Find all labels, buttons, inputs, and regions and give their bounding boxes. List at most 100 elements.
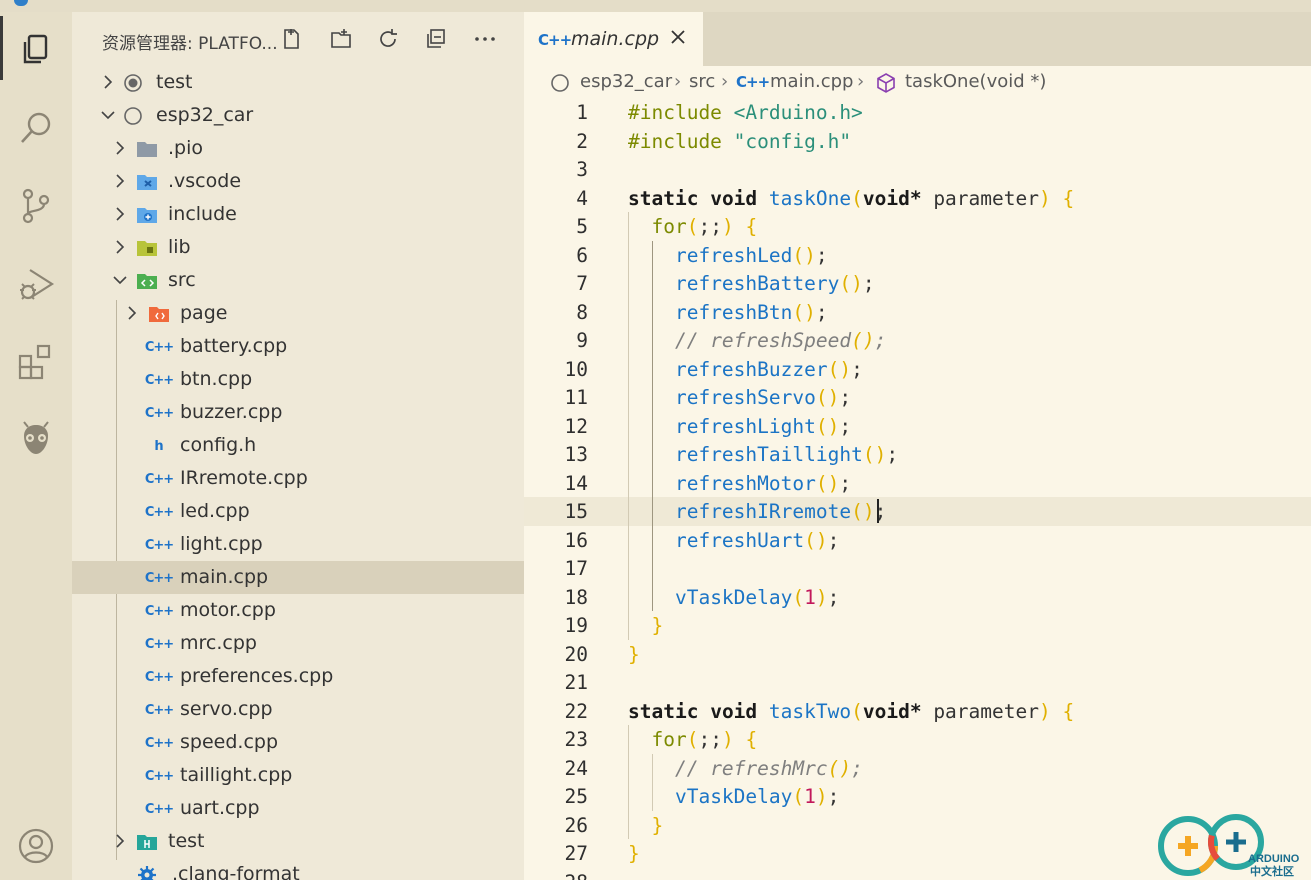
line-number: 9 <box>576 329 588 352</box>
tree-item-label: lib <box>168 236 191 258</box>
tree-folder-lib[interactable]: lib <box>72 231 524 264</box>
tree-folder-include[interactable]: include <box>72 198 524 231</box>
tree-file-config-h[interactable]: h config.h <box>72 429 524 462</box>
cpp-file-icon: C++ <box>144 570 174 586</box>
code-line[interactable]: 14 refreshMotor(); <box>524 469 1311 498</box>
cpp-file-icon: C++ <box>144 537 174 553</box>
explorer-activity-button[interactable] <box>0 12 72 84</box>
code-line[interactable]: 7 refreshBattery(); <box>524 269 1311 298</box>
more-actions-button[interactable] <box>470 24 500 54</box>
tree-folder-src[interactable]: src <box>72 264 524 297</box>
tree-file-preferences-cpp[interactable]: C++ preferences.cpp <box>72 660 524 693</box>
close-icon[interactable] <box>668 27 688 47</box>
code-line[interactable]: 25 vTaskDelay(1); <box>524 782 1311 811</box>
source-control-activity-button[interactable] <box>0 170 72 242</box>
tree-project-esp32-car[interactable]: esp32_car <box>72 99 524 132</box>
code-line[interactable]: 23 for(;;) { <box>524 725 1311 754</box>
tree-folder-pio[interactable]: .pio <box>72 132 524 165</box>
code-line[interactable]: 22 static void taskTwo(void* parameter) { <box>524 697 1311 726</box>
tree-folder-vscode[interactable]: .vscode <box>72 165 524 198</box>
tree-file-clang-format[interactable]: .clang-format <box>72 858 524 880</box>
code-line[interactable]: 2 #include "config.h" <box>524 127 1311 156</box>
accounts-activity-button[interactable] <box>0 810 72 880</box>
code-text: // refreshSpeed(); <box>674 329 887 352</box>
run-debug-icon <box>20 269 55 300</box>
tree-file-btn-cpp[interactable]: C++ btn.cpp <box>72 363 524 396</box>
new-folder-button[interactable] <box>326 24 356 54</box>
chevron-right-icon <box>116 174 125 188</box>
line-number: 1 <box>576 101 588 124</box>
line-number: 14 <box>564 471 588 495</box>
code-line[interactable]: 17 <box>524 554 1311 583</box>
tree-file-mrc-cpp[interactable]: C++ mrc.cpp <box>72 627 524 660</box>
tree-item-label: mrc.cpp <box>180 632 257 654</box>
breadcrumb-item[interactable]: taskOne(void *) <box>905 71 1046 92</box>
collapse-all-button[interactable] <box>421 24 451 54</box>
folder-src-open-icon <box>136 270 158 292</box>
code-line[interactable]: 4 static void taskOne(void* parameter) { <box>524 184 1311 213</box>
code-line[interactable]: 11 refreshServo(); <box>524 383 1311 412</box>
code-line[interactable]: 8 refreshBtn(); <box>524 298 1311 327</box>
code-line[interactable]: 6 refreshLed(); <box>524 241 1311 270</box>
gear-icon <box>136 864 158 880</box>
tree-file-irremote-cpp[interactable]: C++ IRremote.cpp <box>72 462 524 495</box>
tree-file-servo-cpp[interactable]: C++ servo.cpp <box>72 693 524 726</box>
chevron-right-icon <box>116 834 125 848</box>
code-line[interactable]: 10 refreshBuzzer(); <box>524 355 1311 384</box>
code-line[interactable]: 12 refreshLight(); <box>524 412 1311 441</box>
code-line[interactable]: 1 #include <Arduino.h> <box>524 98 1311 127</box>
tree-file-battery-cpp[interactable]: C++ battery.cpp <box>72 330 524 363</box>
chevron-right-icon <box>128 306 137 320</box>
code-text: refreshLight(); <box>674 414 852 438</box>
breadcrumb-item[interactable]: src <box>689 71 715 92</box>
line-number: 22 <box>564 699 588 723</box>
line-number: 8 <box>576 300 588 324</box>
tree-folder-page[interactable]: page <box>72 297 524 330</box>
code-text: } <box>651 813 664 837</box>
code-line[interactable]: 16 refreshUart(); <box>524 526 1311 555</box>
code-line[interactable]: 19 } <box>524 611 1311 640</box>
code-text: refreshBtn(); <box>674 300 828 324</box>
code-text: refreshLed(); <box>674 243 828 267</box>
code-line[interactable]: 9 // refreshSpeed(); <box>524 326 1311 355</box>
new-file-button[interactable] <box>277 24 307 54</box>
chevron-down-icon <box>113 276 127 285</box>
code-line[interactable]: 5 for(;;) { <box>524 212 1311 241</box>
code-line[interactable]: 13 refreshTaillight(); <box>524 440 1311 469</box>
tree-file-uart-cpp[interactable]: C++ uart.cpp <box>72 792 524 825</box>
tree-item-label: main.cpp <box>180 566 269 588</box>
code-line[interactable]: 18 vTaskDelay(1); <box>524 583 1311 612</box>
code-line[interactable]: 15 refreshIRremote(); <box>524 497 1311 526</box>
tree-file-main-cpp[interactable]: C++ main.cpp <box>72 561 524 594</box>
tree-file-taillight-cpp[interactable]: C++ taillight.cpp <box>72 759 524 792</box>
tree-file-led-cpp[interactable]: C++ led.cpp <box>72 495 524 528</box>
search-activity-button[interactable] <box>0 92 72 164</box>
cpp-file-icon: C++ <box>144 603 174 619</box>
breadcrumb-item[interactable]: esp32_car <box>580 71 672 92</box>
platformio-activity-button[interactable] <box>0 404 72 476</box>
refresh-explorer-button[interactable] <box>373 24 403 54</box>
explorer-sidebar: 资源管理器: PLATFO... test esp32_car .pio .vs… <box>72 12 524 880</box>
code-line[interactable]: 20} <box>524 640 1311 669</box>
tree-folder-test[interactable]: test <box>72 825 524 858</box>
tree-file-light-cpp[interactable]: C++ light.cpp <box>72 528 524 561</box>
breadcrumb-item[interactable]: main.cpp <box>770 71 853 92</box>
code-line[interactable]: 24 // refreshMrc(); <box>524 754 1311 783</box>
cpp-file-icon: C++ <box>144 801 174 817</box>
run-debug-activity-button[interactable] <box>0 248 72 320</box>
tree-item-label: buzzer.cpp <box>180 401 283 423</box>
header-file-icon: h <box>154 438 164 454</box>
tab-main-cpp[interactable]: C++ main.cpp <box>524 12 703 66</box>
extensions-activity-button[interactable] <box>0 326 72 398</box>
tab-label: main.cpp <box>571 28 660 50</box>
code-text: #include "config.h" <box>628 129 852 153</box>
tree-file-speed-cpp[interactable]: C++ speed.cpp <box>72 726 524 759</box>
tree-file-motor-cpp[interactable]: C++ motor.cpp <box>72 594 524 627</box>
code-line[interactable]: 21 <box>524 668 1311 697</box>
line-number: 10 <box>564 357 588 381</box>
line-number: 18 <box>564 585 588 609</box>
code-line[interactable]: 3 <box>524 155 1311 184</box>
tree-project-test[interactable]: test <box>72 66 524 99</box>
code-editor[interactable]: 1 #include <Arduino.h> 2 #include "config.h… <box>524 98 1311 880</box>
tree-file-buzzer-cpp[interactable]: C++ buzzer.cpp <box>72 396 524 429</box>
